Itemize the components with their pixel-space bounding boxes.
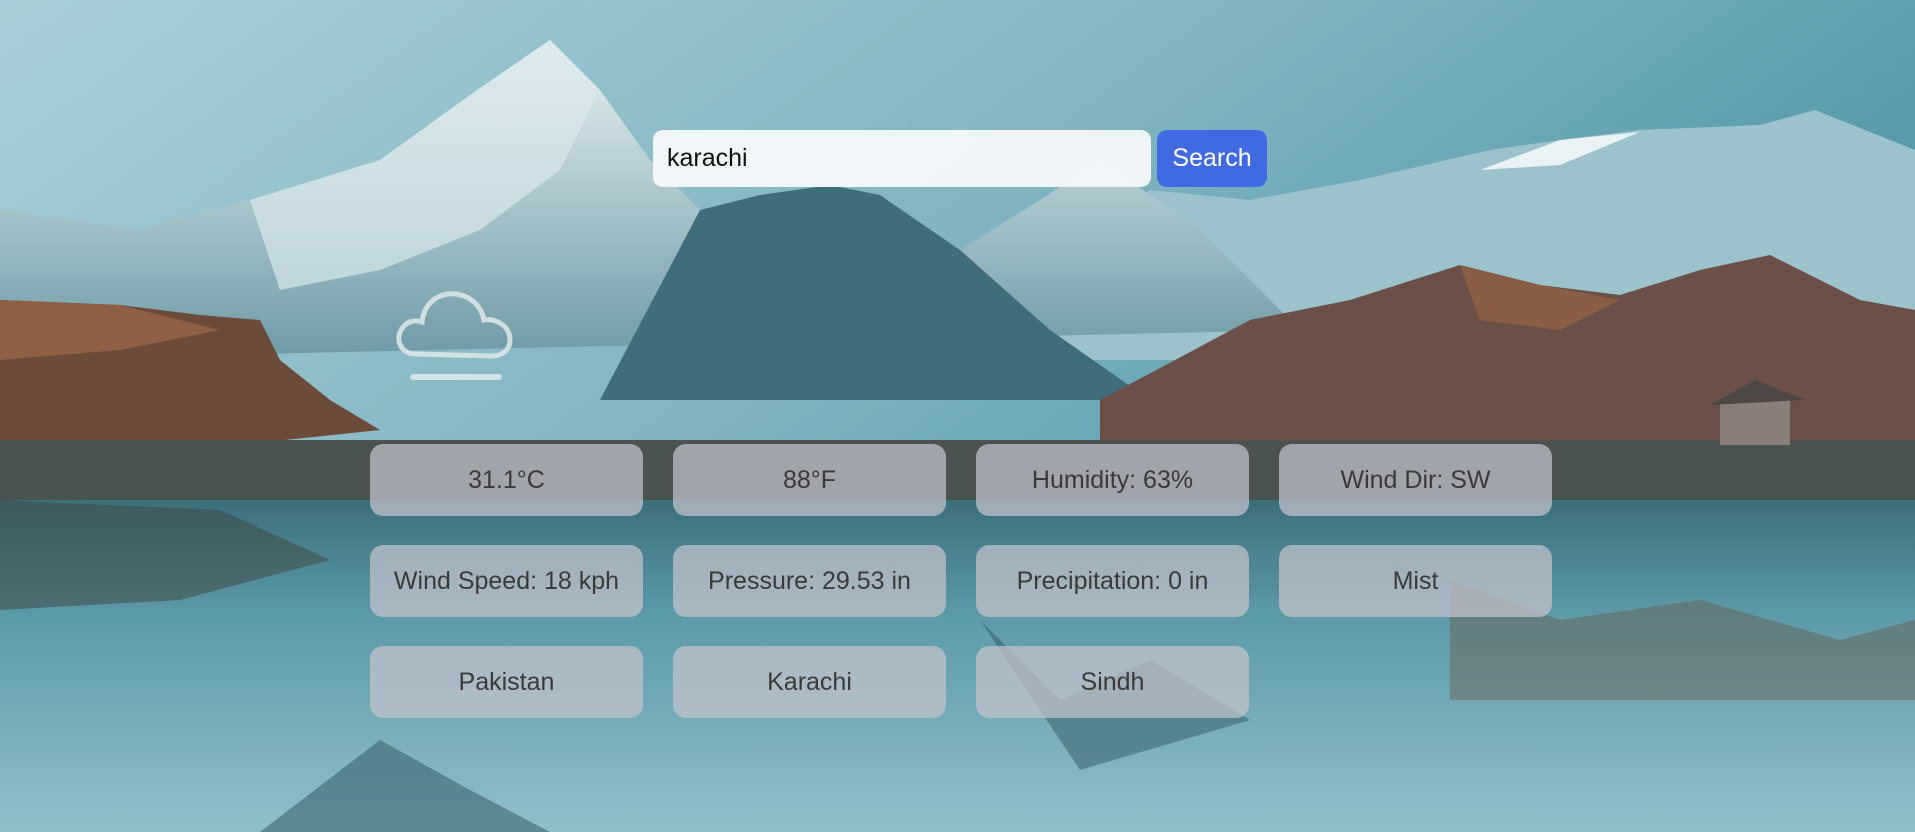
temperature-fahrenheit-card: 88°F: [673, 444, 946, 516]
condition-card: Mist: [1279, 545, 1552, 617]
weather-details-grid: 31.1°C 88°F Humidity: 63% Wind Dir: SW W…: [370, 444, 1552, 718]
search-button[interactable]: Search: [1157, 130, 1267, 187]
pressure-card: Pressure: 29.53 in: [673, 545, 946, 617]
city-card: Karachi: [673, 646, 946, 718]
wind-direction-card: Wind Dir: SW: [1279, 444, 1552, 516]
precipitation-card: Precipitation: 0 in: [976, 545, 1249, 617]
humidity-card: Humidity: 63%: [976, 444, 1249, 516]
region-card: Sindh: [976, 646, 1249, 718]
wind-speed-card: Wind Speed: 18 kph: [370, 545, 643, 617]
country-card: Pakistan: [370, 646, 643, 718]
temperature-celsius-card: 31.1°C: [370, 444, 643, 516]
mist-cloud-icon: [396, 291, 513, 380]
weather-app: Search 31.1°C 88°F Humidity: 63% Wind Di…: [0, 0, 1915, 832]
city-search-input[interactable]: [653, 130, 1151, 187]
search-bar: Search: [653, 130, 1267, 187]
